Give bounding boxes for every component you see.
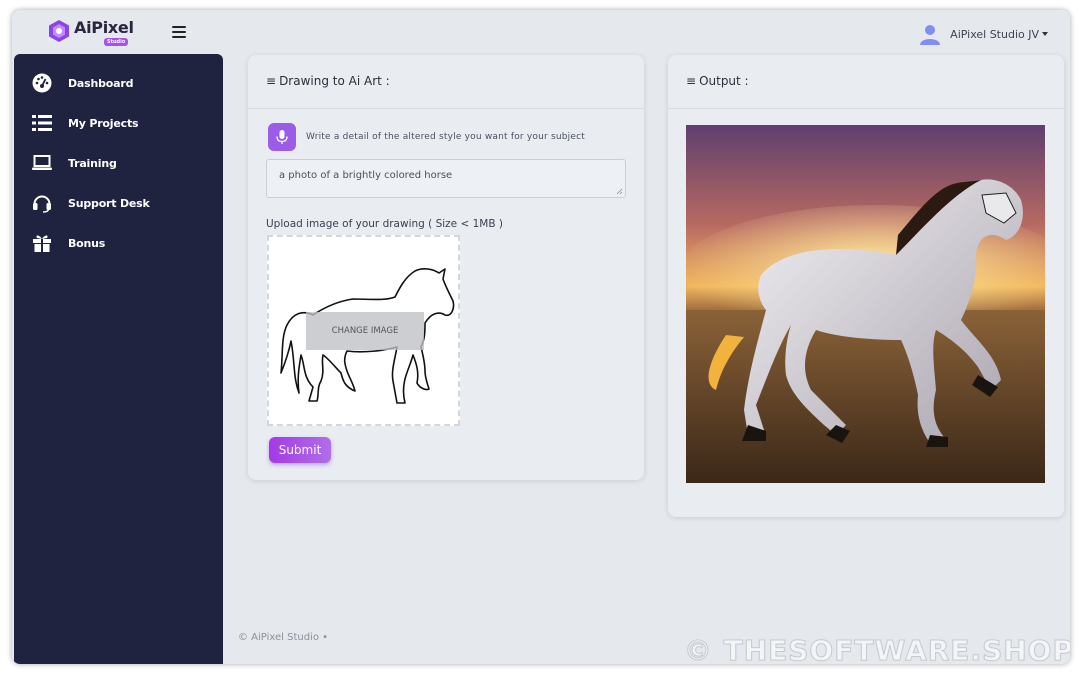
brand-name: AiPixel — [74, 18, 134, 37]
user-name: AiPixel Studio JV — [950, 27, 1039, 41]
prompt-input[interactable]: a photo of a brightly colored horse — [266, 159, 626, 198]
prompt-hint: Write a detail of the altered style you … — [306, 132, 585, 142]
user-menu[interactable]: AiPixel Studio JV — [919, 22, 1048, 46]
output-card: ≡ Output : — [668, 55, 1064, 517]
dashboard-icon — [32, 73, 52, 93]
sidebar-item-bonus[interactable]: Bonus — [14, 227, 223, 259]
sidebar-item-label: Bonus — [68, 236, 106, 250]
sidebar-item-label: Training — [68, 156, 117, 170]
output-image — [686, 125, 1045, 483]
footer-copyright: © AiPixel Studio • — [238, 632, 329, 643]
drawing-card: ≡ Drawing to Ai Art : Write a detail of t… — [248, 55, 644, 480]
sidebar: Dashboard My Projects Training Support D… — [14, 54, 223, 664]
sidebar-item-my-projects[interactable]: My Projects — [14, 107, 223, 139]
list-icon — [32, 115, 52, 131]
sidebar-item-dashboard[interactable]: Dashboard — [14, 67, 223, 99]
card-title: ≡ Drawing to Ai Art : — [266, 74, 390, 88]
gift-icon — [33, 235, 51, 252]
brand-badge: Studio — [104, 38, 129, 46]
sidebar-item-support-desk[interactable]: Support Desk — [14, 187, 223, 219]
prompt-value: a photo of a brightly colored horse — [279, 170, 453, 181]
logo[interactable]: AiPixel Studio — [48, 17, 138, 47]
sidebar-item-label: Dashboard — [68, 76, 134, 90]
microphone-button[interactable] — [268, 123, 296, 151]
laptop-icon — [32, 155, 52, 170]
change-image-button[interactable]: CHANGE IMAGE — [306, 312, 424, 350]
microphone-icon — [276, 130, 288, 144]
sidebar-item-label: My Projects — [68, 116, 139, 130]
card-header: ≡ Output : — [668, 55, 1064, 109]
logo-mark-icon — [49, 20, 69, 42]
menu-toggle-icon[interactable] — [172, 26, 186, 38]
card-header: ≡ Drawing to Ai Art : — [248, 55, 644, 109]
watermark: © THESOFTWARE.SHOP — [683, 634, 1070, 665]
headset-icon — [33, 195, 51, 213]
drawing-upload-dropzone[interactable]: CHANGE IMAGE — [267, 235, 460, 426]
submit-button[interactable]: Submit — [269, 437, 331, 463]
generated-horse-image — [686, 125, 1045, 483]
upload-label: Upload image of your drawing ( Size < 1M… — [266, 218, 503, 230]
sidebar-item-training[interactable]: Training — [14, 147, 223, 179]
menu-lines-icon: ≡ — [266, 74, 277, 88]
resize-grip-icon[interactable] — [616, 188, 623, 195]
chevron-down-icon — [1042, 32, 1048, 36]
app-window: AiPixel Studio AiPixel Studio JV Dashboa… — [12, 10, 1070, 664]
user-avatar-icon — [920, 25, 941, 45]
menu-lines-icon: ≡ — [686, 74, 697, 88]
top-bar: AiPixel Studio AiPixel Studio JV — [12, 10, 1070, 54]
card-title: ≡ Output : — [686, 74, 749, 88]
sidebar-item-label: Support Desk — [68, 196, 150, 210]
